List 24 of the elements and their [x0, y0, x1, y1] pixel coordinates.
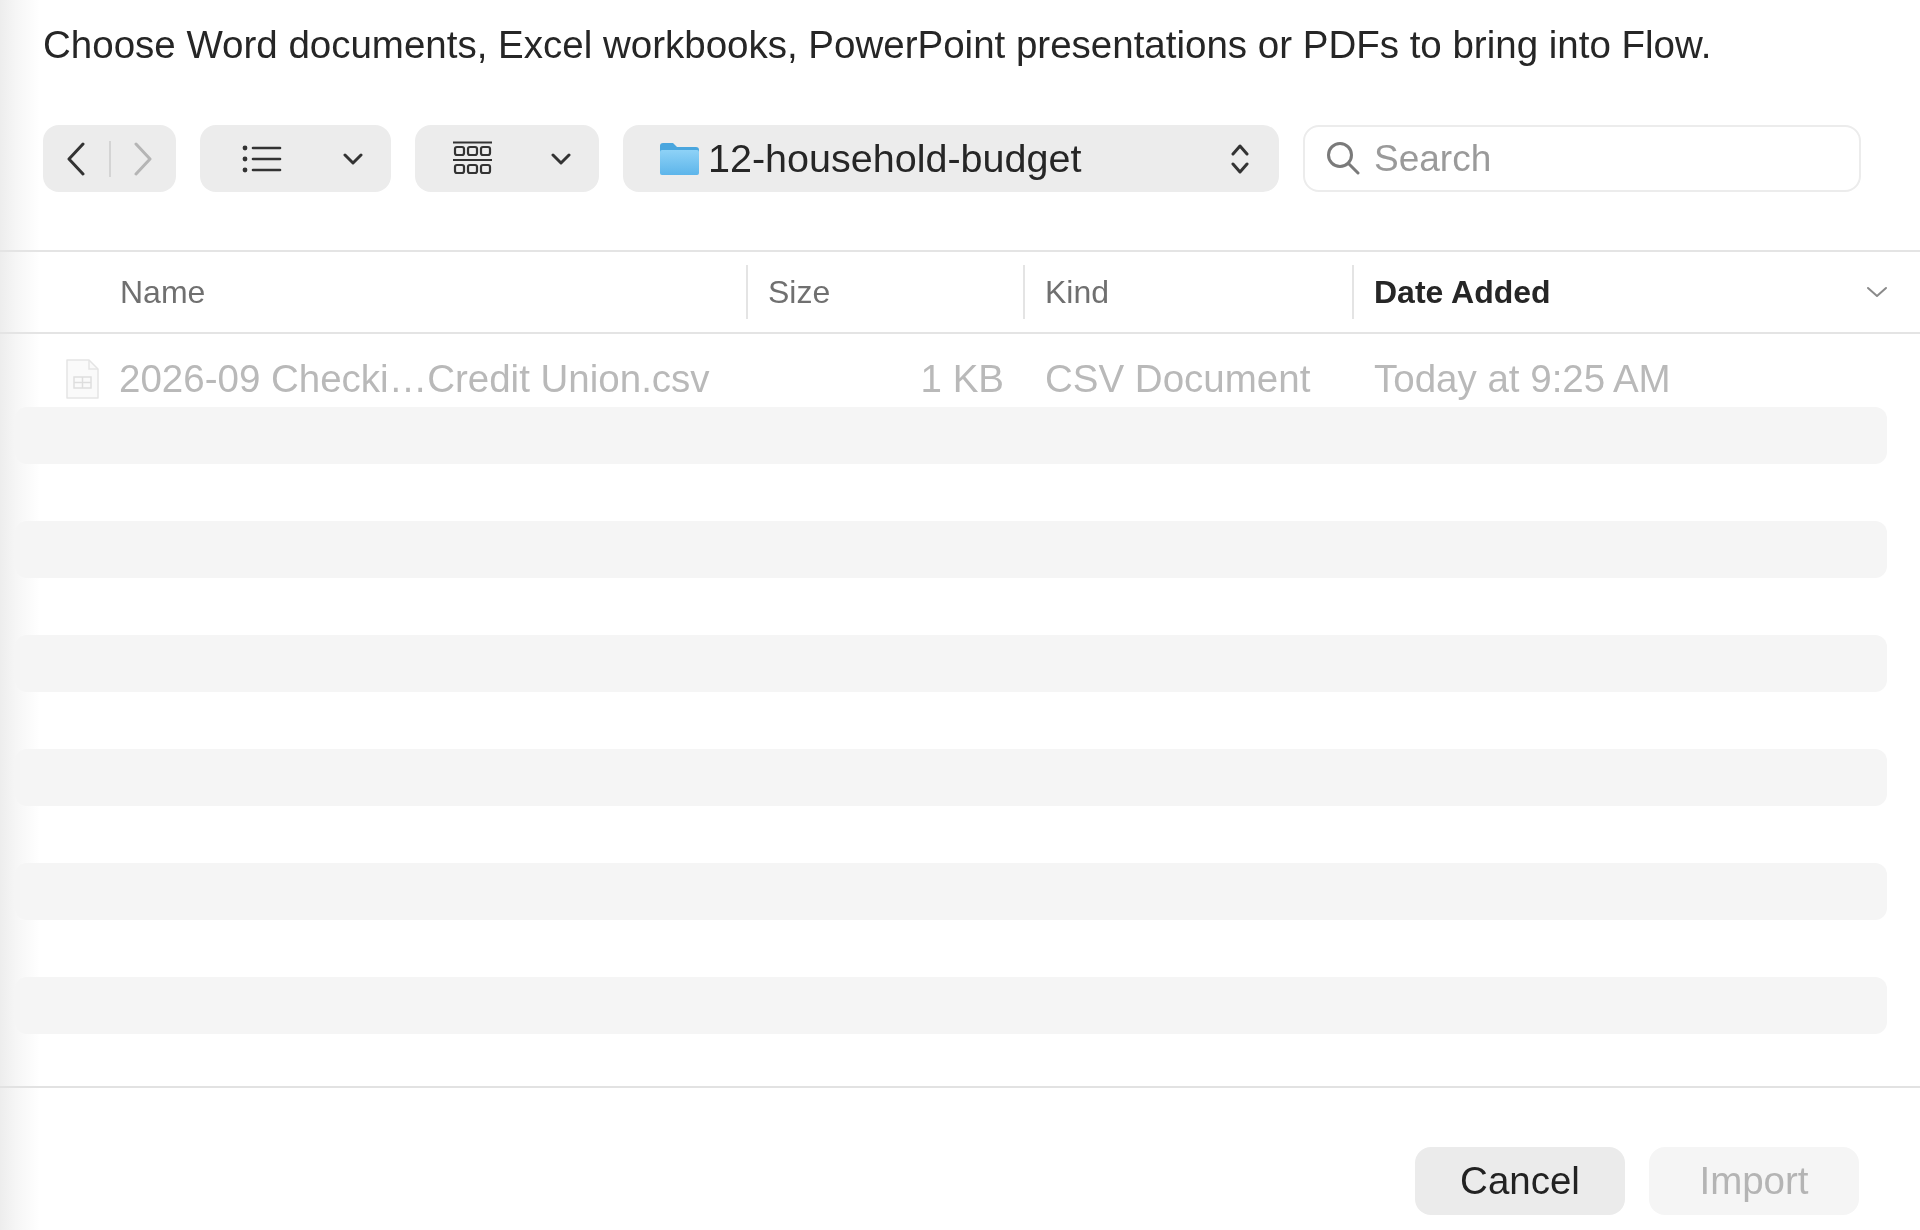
caret-icon — [551, 152, 571, 165]
list-icon — [242, 144, 282, 173]
search-field[interactable]: Search — [1303, 125, 1861, 192]
caret-icon — [343, 152, 363, 165]
folder-icon — [659, 141, 700, 176]
chevron-down-icon[interactable] — [1866, 286, 1888, 298]
column-header[interactable]: Kind — [1045, 273, 1110, 311]
file-name: 2026-09 Checki…Credit Union.csv — [119, 356, 710, 401]
file-kind: CSV Document — [1045, 356, 1311, 401]
cancel-button[interactable]: Cancel — [1415, 1147, 1625, 1215]
chevron-right-icon — [133, 141, 154, 176]
chevron-left-icon — [65, 141, 86, 176]
search-icon — [1326, 141, 1360, 175]
location-popup[interactable]: 12-household-budget — [623, 125, 1279, 192]
column-header[interactable]: Name — [120, 273, 206, 311]
grid-icon — [452, 140, 493, 177]
file-size: 1 KB — [920, 356, 1004, 401]
column-header[interactable]: Size — [768, 273, 831, 311]
column-header[interactable]: Date Added — [1374, 273, 1551, 311]
dialog-prompt: Choose Word documents, Excel workbooks, PowerPoint presentations or PDFs to bring into Flow. — [43, 23, 1712, 67]
list-view-button[interactable] — [200, 125, 391, 192]
document-icon — [65, 358, 100, 399]
date-added: Today at 9:25 AM — [1374, 356, 1671, 401]
group-view-button[interactable] — [415, 125, 599, 192]
